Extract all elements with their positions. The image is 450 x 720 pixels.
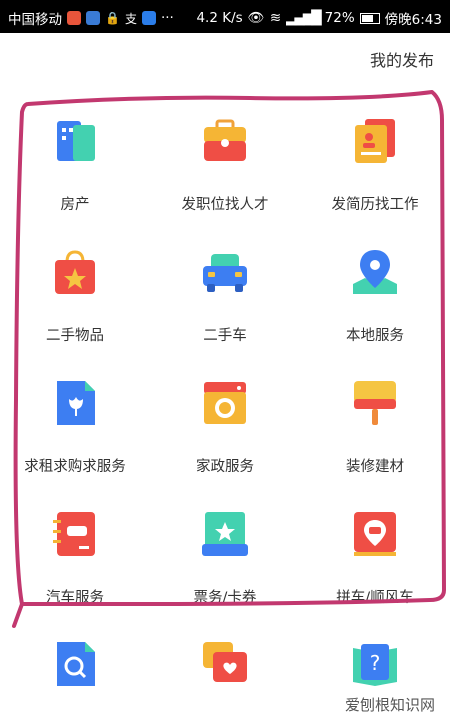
lock-icon: 🔒 [105, 11, 120, 25]
category-label: 票务/卡券 [193, 590, 257, 606]
wifi-icon: ≋ [269, 10, 282, 26]
app-notification-icon [86, 11, 100, 25]
document-tulip-icon [57, 381, 95, 425]
carpool-icon [354, 512, 396, 556]
category-label: 汽车服务 [46, 590, 104, 606]
signal-icon: ▂▄▆█ [286, 10, 322, 26]
category-label: 二手车 [203, 328, 247, 344]
category-label: 发职位找人才 [181, 197, 269, 213]
location-pin-icon [353, 250, 397, 294]
briefcase-icon [204, 119, 246, 161]
highlight-outline [12, 90, 446, 628]
battery-percent: 72% [324, 10, 355, 26]
paint-roller-icon [354, 381, 396, 425]
category-label: 拼车/顺风车 [336, 590, 414, 606]
category-label: 装修建材 [346, 459, 404, 475]
watermark: 爱刨根知识网 [341, 693, 438, 716]
app-notification-icon [67, 11, 81, 25]
car-icon [203, 254, 247, 292]
app-notification-icon [141, 11, 156, 25]
car-notebook-icon [53, 512, 95, 556]
resume-icon [355, 119, 395, 163]
clock: 傍晚6:43 [384, 12, 442, 28]
category-label: 房产 [60, 197, 90, 213]
battery-icon [359, 12, 380, 24]
carrier-label: 中国移动 [8, 12, 62, 28]
status-bar: 中国移动 🔒 支 ··· 4.2 K/s 👁 ≋ ▂▄▆█ 72% 傍晚6:43 [0, 0, 450, 33]
document-search-icon [57, 642, 95, 686]
category-label: 发简历找工作 [331, 197, 419, 213]
alipay-icon: 支 [124, 11, 137, 26]
building-icon [57, 121, 95, 161]
top-bar: 我的发布 [0, 33, 450, 85]
chat-heart-icon [203, 642, 247, 682]
category-label: 求租求购求服务 [24, 459, 126, 475]
network-speed: 4.2 K/s [196, 10, 243, 26]
my-posts-link[interactable]: 我的发布 [370, 47, 434, 71]
category-label: 二手物品 [46, 328, 104, 344]
ticket-icon [202, 512, 248, 556]
shopping-bag-icon [55, 250, 95, 294]
eye-icon: 👁 [247, 10, 265, 26]
washing-machine-icon [204, 382, 246, 424]
book-question-icon: ? [353, 644, 397, 686]
more-notifications-label: ··· [160, 10, 174, 26]
svg-text:?: ? [370, 651, 381, 675]
category-label: 家政服务 [196, 459, 254, 475]
category-label: 本地服务 [346, 328, 404, 344]
